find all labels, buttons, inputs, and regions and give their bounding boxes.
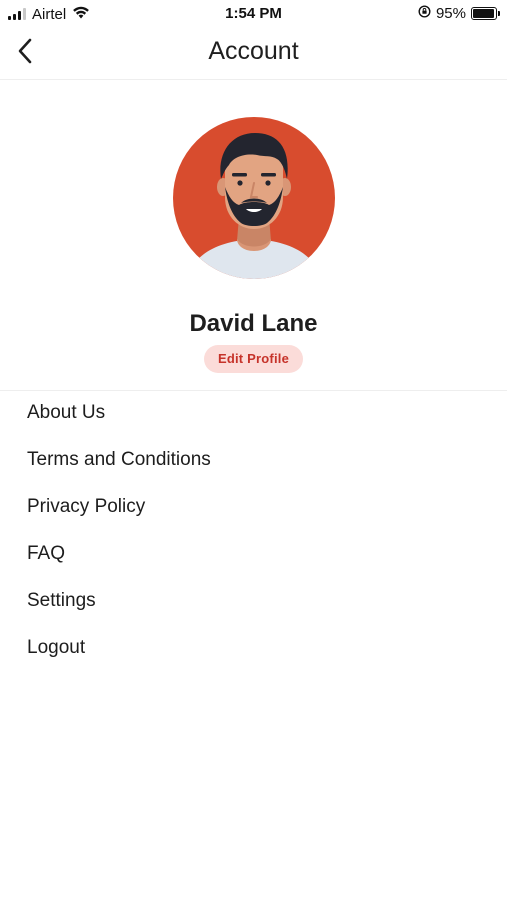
menu-item-settings[interactable]: Settings <box>0 579 507 626</box>
status-right: 95% <box>418 5 500 22</box>
menu-item-faq[interactable]: FAQ <box>0 532 507 579</box>
battery-percent: 95% <box>435 5 466 22</box>
orientation-lock-icon <box>418 5 431 22</box>
menu-item-about-us[interactable]: About Us <box>0 391 507 438</box>
page-title: Account <box>208 37 299 65</box>
status-bar: Airtel 1:54 PM 95% <box>0 0 507 28</box>
nav-bar: Account <box>0 28 507 80</box>
edit-profile-button[interactable]: Edit Profile <box>204 345 303 373</box>
battery-icon <box>471 7 500 20</box>
profile-section: David Lane Edit Profile <box>0 80 507 391</box>
battery-level <box>473 9 494 18</box>
profile-name: David Lane <box>189 310 318 337</box>
account-menu: About Us Terms and Conditions Privacy Po… <box>0 391 507 673</box>
menu-item-logout[interactable]: Logout <box>0 626 507 673</box>
avatar <box>173 117 335 279</box>
menu-item-terms-and-conditions[interactable]: Terms and Conditions <box>0 438 507 485</box>
menu-item-privacy-policy[interactable]: Privacy Policy <box>0 485 507 532</box>
